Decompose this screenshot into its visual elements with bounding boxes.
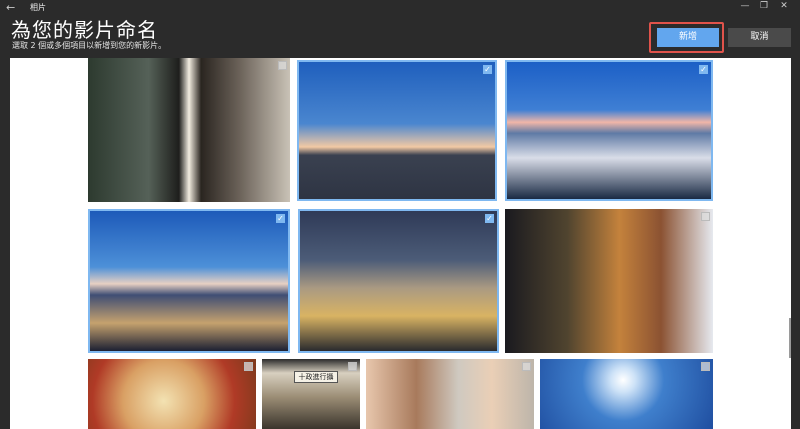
minimize-icon[interactable]: — bbox=[738, 1, 752, 11]
page-title: 為您的影片命名 bbox=[11, 18, 158, 42]
photo-tile[interactable]: ✓ bbox=[505, 60, 713, 201]
checkbox-icon[interactable] bbox=[278, 61, 287, 70]
back-arrow-icon[interactable]: ← bbox=[6, 1, 15, 14]
app-title: 相片 bbox=[30, 3, 46, 12]
photo-tile[interactable] bbox=[505, 209, 713, 353]
restore-icon[interactable]: ❐ bbox=[757, 1, 771, 11]
photo-tile[interactable] bbox=[88, 58, 290, 202]
checkbox-icon[interactable]: ✓ bbox=[485, 214, 494, 223]
checkbox-icon[interactable] bbox=[701, 362, 710, 371]
photo-tile[interactable] bbox=[88, 359, 256, 429]
scrollbar[interactable] bbox=[789, 318, 791, 358]
photo-gallery: ✓ ✓ ✓ ✓ 十政進行攝 bbox=[10, 58, 791, 429]
photo-tile[interactable] bbox=[540, 359, 713, 429]
photo-tile[interactable] bbox=[366, 359, 534, 429]
tram-sign: 十政進行攝 bbox=[294, 371, 338, 383]
photo-tile[interactable]: ✓ bbox=[297, 60, 497, 201]
photo-tile[interactable]: ✓ bbox=[298, 209, 499, 353]
add-button[interactable]: 新增 bbox=[657, 28, 719, 47]
checkbox-icon[interactable]: ✓ bbox=[483, 65, 492, 74]
checkbox-icon[interactable] bbox=[348, 362, 357, 371]
checkbox-icon[interactable] bbox=[244, 362, 253, 371]
photo-tile[interactable]: ✓ bbox=[88, 209, 290, 353]
checkbox-icon[interactable] bbox=[522, 362, 531, 371]
checkbox-icon[interactable] bbox=[701, 212, 710, 221]
checkbox-icon[interactable]: ✓ bbox=[699, 65, 708, 74]
page-subtitle: 選取 2 個或多個項目以新增到您的新影片。 bbox=[12, 41, 167, 50]
photo-tile[interactable]: 十政進行攝 bbox=[262, 359, 360, 429]
close-icon[interactable]: ✕ bbox=[777, 1, 791, 11]
checkbox-icon[interactable]: ✓ bbox=[276, 214, 285, 223]
cancel-button[interactable]: 取消 bbox=[728, 28, 791, 47]
